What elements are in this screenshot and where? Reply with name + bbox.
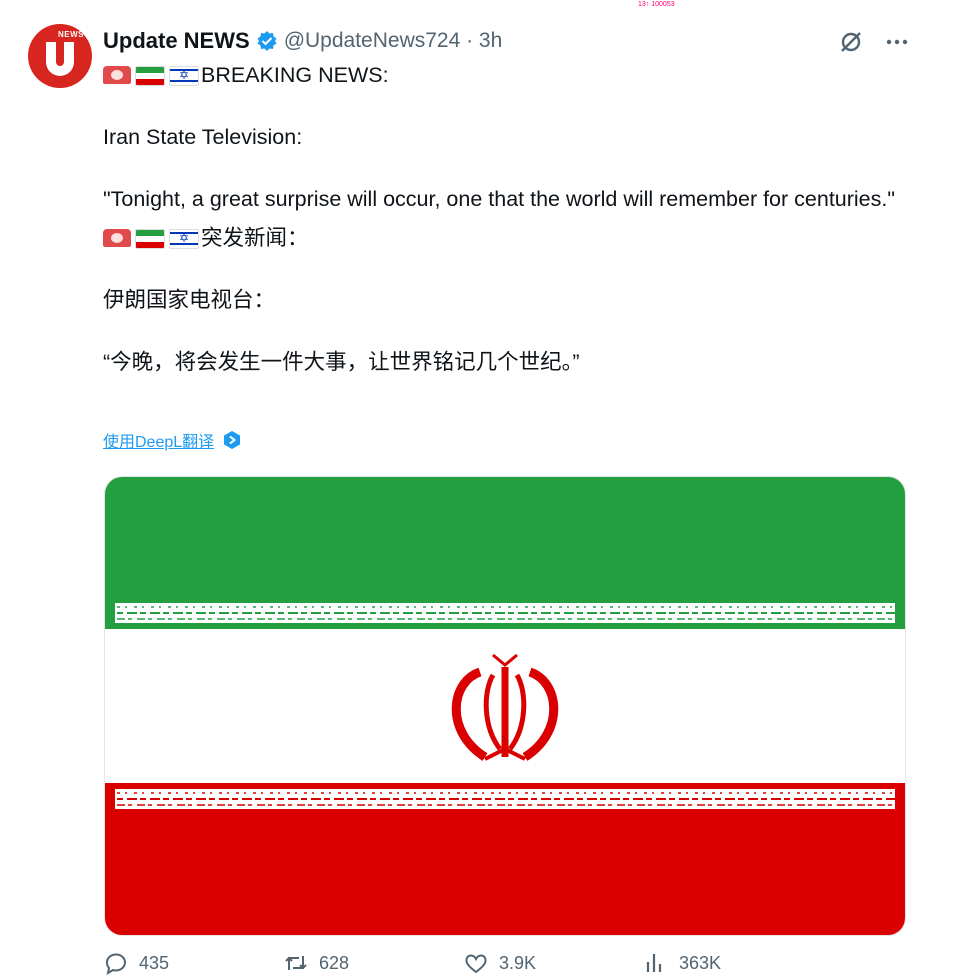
views-icon: [646, 954, 662, 972]
translate-link[interactable]: 使用DeepL翻译: [103, 428, 242, 452]
views-action[interactable]: 363K: [643, 950, 823, 976]
translate-label[interactable]: 使用DeepL翻译: [103, 428, 214, 452]
cn-source: 伊朗国家电视台：: [103, 288, 276, 312]
kufic-border-bottom: [115, 789, 895, 809]
israel-flag-emoji: [169, 229, 199, 250]
avatar[interactable]: NEWS: [28, 24, 92, 88]
view-count: 363K: [679, 952, 722, 973]
tweet-image[interactable]: [104, 476, 906, 936]
verified-badge-icon: [257, 31, 277, 51]
retweet-icon: [285, 956, 307, 970]
tweet-header: Update NEWS @UpdateNews724 · 3h: [103, 26, 502, 56]
top-note: 13↑ 100053: [638, 1, 675, 8]
siren-emoji: [103, 66, 131, 85]
iran-flag-emoji: [135, 66, 165, 87]
tweet: 13↑ 100053 NEWS Update NEWS @UpdateNews7…: [0, 0, 959, 976]
like-action[interactable]: 3.9K: [463, 950, 643, 976]
iran-flag-image: [105, 477, 905, 935]
retweet-count: 628: [319, 952, 350, 973]
avatar-logo-icon: [46, 42, 74, 76]
cn-quote: “今晚，将会发生一件大事，让世界铭记几个世纪。”: [103, 350, 580, 374]
israel-flag-emoji: [169, 66, 199, 87]
avatar-label: NEWS: [58, 30, 84, 39]
like-icon: [465, 954, 487, 974]
breaking-line: BREAKING NEWS:: [103, 60, 903, 91]
like-count: 3.9K: [499, 952, 537, 973]
reply-icon: [105, 953, 126, 976]
siren-emoji: [103, 229, 131, 248]
retweet-action[interactable]: 628: [283, 950, 463, 976]
cn-heading: 突发新闻：: [201, 226, 309, 250]
source-line: Iran State Television:: [103, 125, 303, 149]
cn-heading-line: 突发新闻：: [103, 223, 903, 254]
tweet-actions: 435 628 3.9K 363K: [103, 950, 943, 976]
emoji-group: [103, 66, 199, 87]
quote-line: "Tonight, a great surprise will occur, o…: [103, 187, 895, 211]
more-icon[interactable]: [883, 28, 911, 56]
reply-action[interactable]: 435: [103, 950, 283, 976]
author-name[interactable]: Update NEWS: [103, 28, 250, 54]
header-actions: [837, 28, 911, 56]
emoji-group: [103, 229, 199, 250]
breaking-text: BREAKING NEWS:: [201, 63, 389, 87]
kufic-border-top: [115, 603, 895, 623]
iran-flag-emoji: [135, 229, 165, 250]
grok-icon[interactable]: [837, 28, 865, 56]
handle-time[interactable]: @UpdateNews724 · 3h: [284, 29, 503, 53]
deepl-icon: [224, 431, 241, 449]
reply-count: 435: [139, 952, 170, 973]
tweet-text: BREAKING NEWS: Iran State Television: "T…: [103, 60, 903, 378]
